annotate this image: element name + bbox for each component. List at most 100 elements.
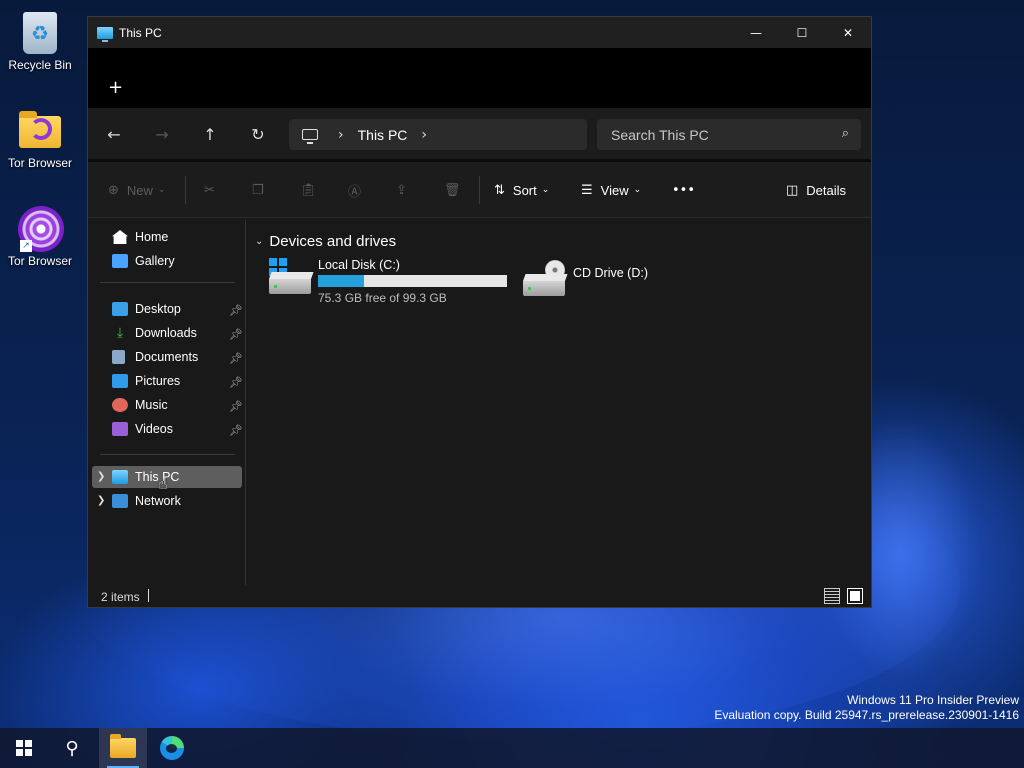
taskbar: ⚲: [0, 728, 1024, 768]
download-icon: ⤓: [116, 325, 124, 341]
expand-chevron-icon[interactable]: ❯: [97, 495, 105, 506]
sidebar-item-desktop[interactable]: Desktop: [112, 298, 181, 320]
window-controls: — ☐ ✕: [733, 17, 871, 48]
copy-button[interactable]: ❐: [252, 180, 264, 200]
view-icon: ☰: [581, 182, 593, 198]
taskbar-search-button[interactable]: ⚲: [48, 728, 96, 768]
drive-name: Local Disk (C:): [318, 258, 400, 272]
details-pane-button[interactable]: ◫ Details: [786, 180, 846, 200]
address-bar[interactable]: › This PC ›: [289, 119, 587, 150]
divider: [479, 176, 480, 204]
rename-button[interactable]: Ⓐ: [348, 180, 361, 200]
sidebar-divider: [100, 454, 235, 455]
search-icon[interactable]: ⌕: [842, 126, 849, 141]
taskbar-edge[interactable]: [148, 728, 196, 768]
sidebar-item-documents[interactable]: Documents: [112, 346, 198, 368]
sidebar-item-label: Pictures: [135, 374, 181, 388]
sort-icon: ⇅: [494, 182, 505, 198]
windows-logo-icon: [16, 740, 32, 756]
drive-usage-fill: [318, 275, 364, 287]
pin-icon[interactable]: 📌︎: [229, 352, 243, 365]
desktop-icon: [112, 302, 128, 316]
videos-icon: [112, 422, 128, 436]
sidebar-divider: [100, 282, 235, 283]
maximize-button[interactable]: ☐: [779, 17, 825, 48]
navigation-pane: Home Gallery Desktop 📌︎ ⤓ Downloads 📌︎ D…: [88, 220, 246, 585]
more-icon: •••: [672, 182, 696, 198]
sidebar-item-gallery[interactable]: Gallery: [112, 250, 175, 272]
new-tab-button[interactable]: +: [108, 78, 123, 98]
close-button[interactable]: ✕: [825, 17, 871, 48]
view-button[interactable]: ☰ View ⌄: [581, 180, 641, 200]
group-header[interactable]: ⌄ Devices and drives: [255, 233, 396, 250]
sidebar-item-label: Downloads: [135, 326, 197, 340]
cut-button[interactable]: ✂: [204, 180, 215, 200]
start-button[interactable]: [0, 728, 48, 768]
sidebar-item-label: Videos: [135, 422, 173, 436]
sidebar-item-label: Network: [135, 494, 181, 508]
taskbar-file-explorer[interactable]: [99, 728, 147, 768]
search-placeholder: Search This PC: [611, 126, 709, 143]
desktop-icon-label: Recycle Bin: [8, 58, 72, 72]
desktop-icon-recycle-bin[interactable]: Recycle Bin: [0, 10, 80, 72]
edge-icon: [160, 736, 184, 760]
sidebar-item-label: Music: [135, 398, 168, 412]
window-title: This PC: [119, 25, 162, 40]
sidebar-item-home[interactable]: Home: [112, 226, 168, 248]
sidebar-item-pictures[interactable]: Pictures: [112, 370, 180, 392]
computer-icon: [302, 129, 318, 144]
sidebar-item-music[interactable]: Music: [112, 394, 168, 416]
content-pane: ⌄ Devices and drives Local Disk (C:) 75.…: [247, 220, 871, 585]
new-button[interactable]: ⊕ New ⌄: [108, 180, 165, 200]
desktop-icon-label: Tor Browser: [7, 254, 72, 268]
sidebar-item-downloads[interactable]: ⤓ Downloads: [112, 322, 197, 344]
paste-button[interactable]: 📋︎: [300, 180, 317, 200]
refresh-button[interactable]: ↻: [246, 123, 270, 147]
delete-button[interactable]: 🗑︎: [444, 180, 461, 200]
sidebar-item-videos[interactable]: Videos: [112, 418, 173, 440]
item-count: 2 items: [101, 590, 140, 604]
sidebar-item-label: Desktop: [135, 302, 181, 316]
group-title: Devices and drives: [269, 233, 397, 250]
desktop-icon-tor-browser[interactable]: ↗ Tor Browser: [0, 206, 80, 268]
chevron-down-icon: ⌄: [633, 185, 642, 195]
forward-button[interactable]: →: [150, 123, 174, 147]
breadcrumb-chevron-icon[interactable]: ›: [421, 127, 427, 143]
sidebar-item-label: Documents: [135, 350, 199, 364]
tiles-view-button[interactable]: [847, 588, 863, 604]
evaluation-watermark: Windows 11 Pro Insider Preview Evaluatio…: [714, 693, 1019, 723]
title-bar[interactable]: This PC — ☐ ✕: [88, 17, 871, 48]
share-button[interactable]: ⇪: [396, 180, 407, 200]
search-box[interactable]: Search This PC ⌕: [597, 119, 861, 150]
details-view-button[interactable]: [824, 588, 840, 604]
pin-icon[interactable]: 📌︎: [229, 304, 243, 317]
desktop-icon-tor-browser-folder[interactable]: Tor Browser: [0, 108, 80, 170]
details-pane-icon: ◫: [786, 182, 799, 198]
copy-icon: ❐: [252, 182, 264, 198]
sidebar-item-this-pc[interactable]: This PC: [112, 466, 179, 488]
pin-icon[interactable]: 📌︎: [229, 328, 243, 341]
command-bar: ⊕ New ⌄ ✂ ❐ 📋︎ Ⓐ ⇪ 🗑︎ ⇅ Sort ⌄ ☰ View ⌄ …: [88, 162, 871, 218]
sidebar-item-network[interactable]: Network: [112, 490, 181, 512]
expand-chevron-icon[interactable]: ❯: [97, 471, 105, 482]
delete-icon: 🗑︎: [444, 182, 461, 198]
pin-icon[interactable]: 📌︎: [229, 400, 243, 413]
divider: [185, 176, 186, 204]
breadcrumb-chevron-icon[interactable]: ›: [338, 127, 344, 143]
cd-drive-icon: [523, 260, 567, 296]
tab-strip: +: [88, 48, 871, 108]
this-pc-icon: [97, 26, 113, 42]
minimize-button[interactable]: —: [733, 17, 779, 48]
new-label: New: [126, 182, 153, 198]
up-button[interactable]: ↑: [198, 123, 222, 147]
more-options-button[interactable]: •••: [672, 180, 695, 200]
back-button[interactable]: ←: [102, 123, 126, 147]
pin-icon[interactable]: 📌︎: [229, 424, 243, 437]
breadcrumb-this-pc[interactable]: This PC: [358, 127, 408, 143]
view-label: View: [600, 182, 629, 198]
watermark-line: Windows 11 Pro Insider Preview: [847, 693, 1019, 707]
sort-button[interactable]: ⇅ Sort ⌄: [494, 180, 549, 200]
search-icon: ⚲: [65, 737, 79, 759]
file-explorer-window: This PC — ☐ ✕ + ← → ↑ ↻ › This PC › Sear…: [87, 16, 872, 608]
pin-icon[interactable]: 📌︎: [229, 376, 243, 389]
